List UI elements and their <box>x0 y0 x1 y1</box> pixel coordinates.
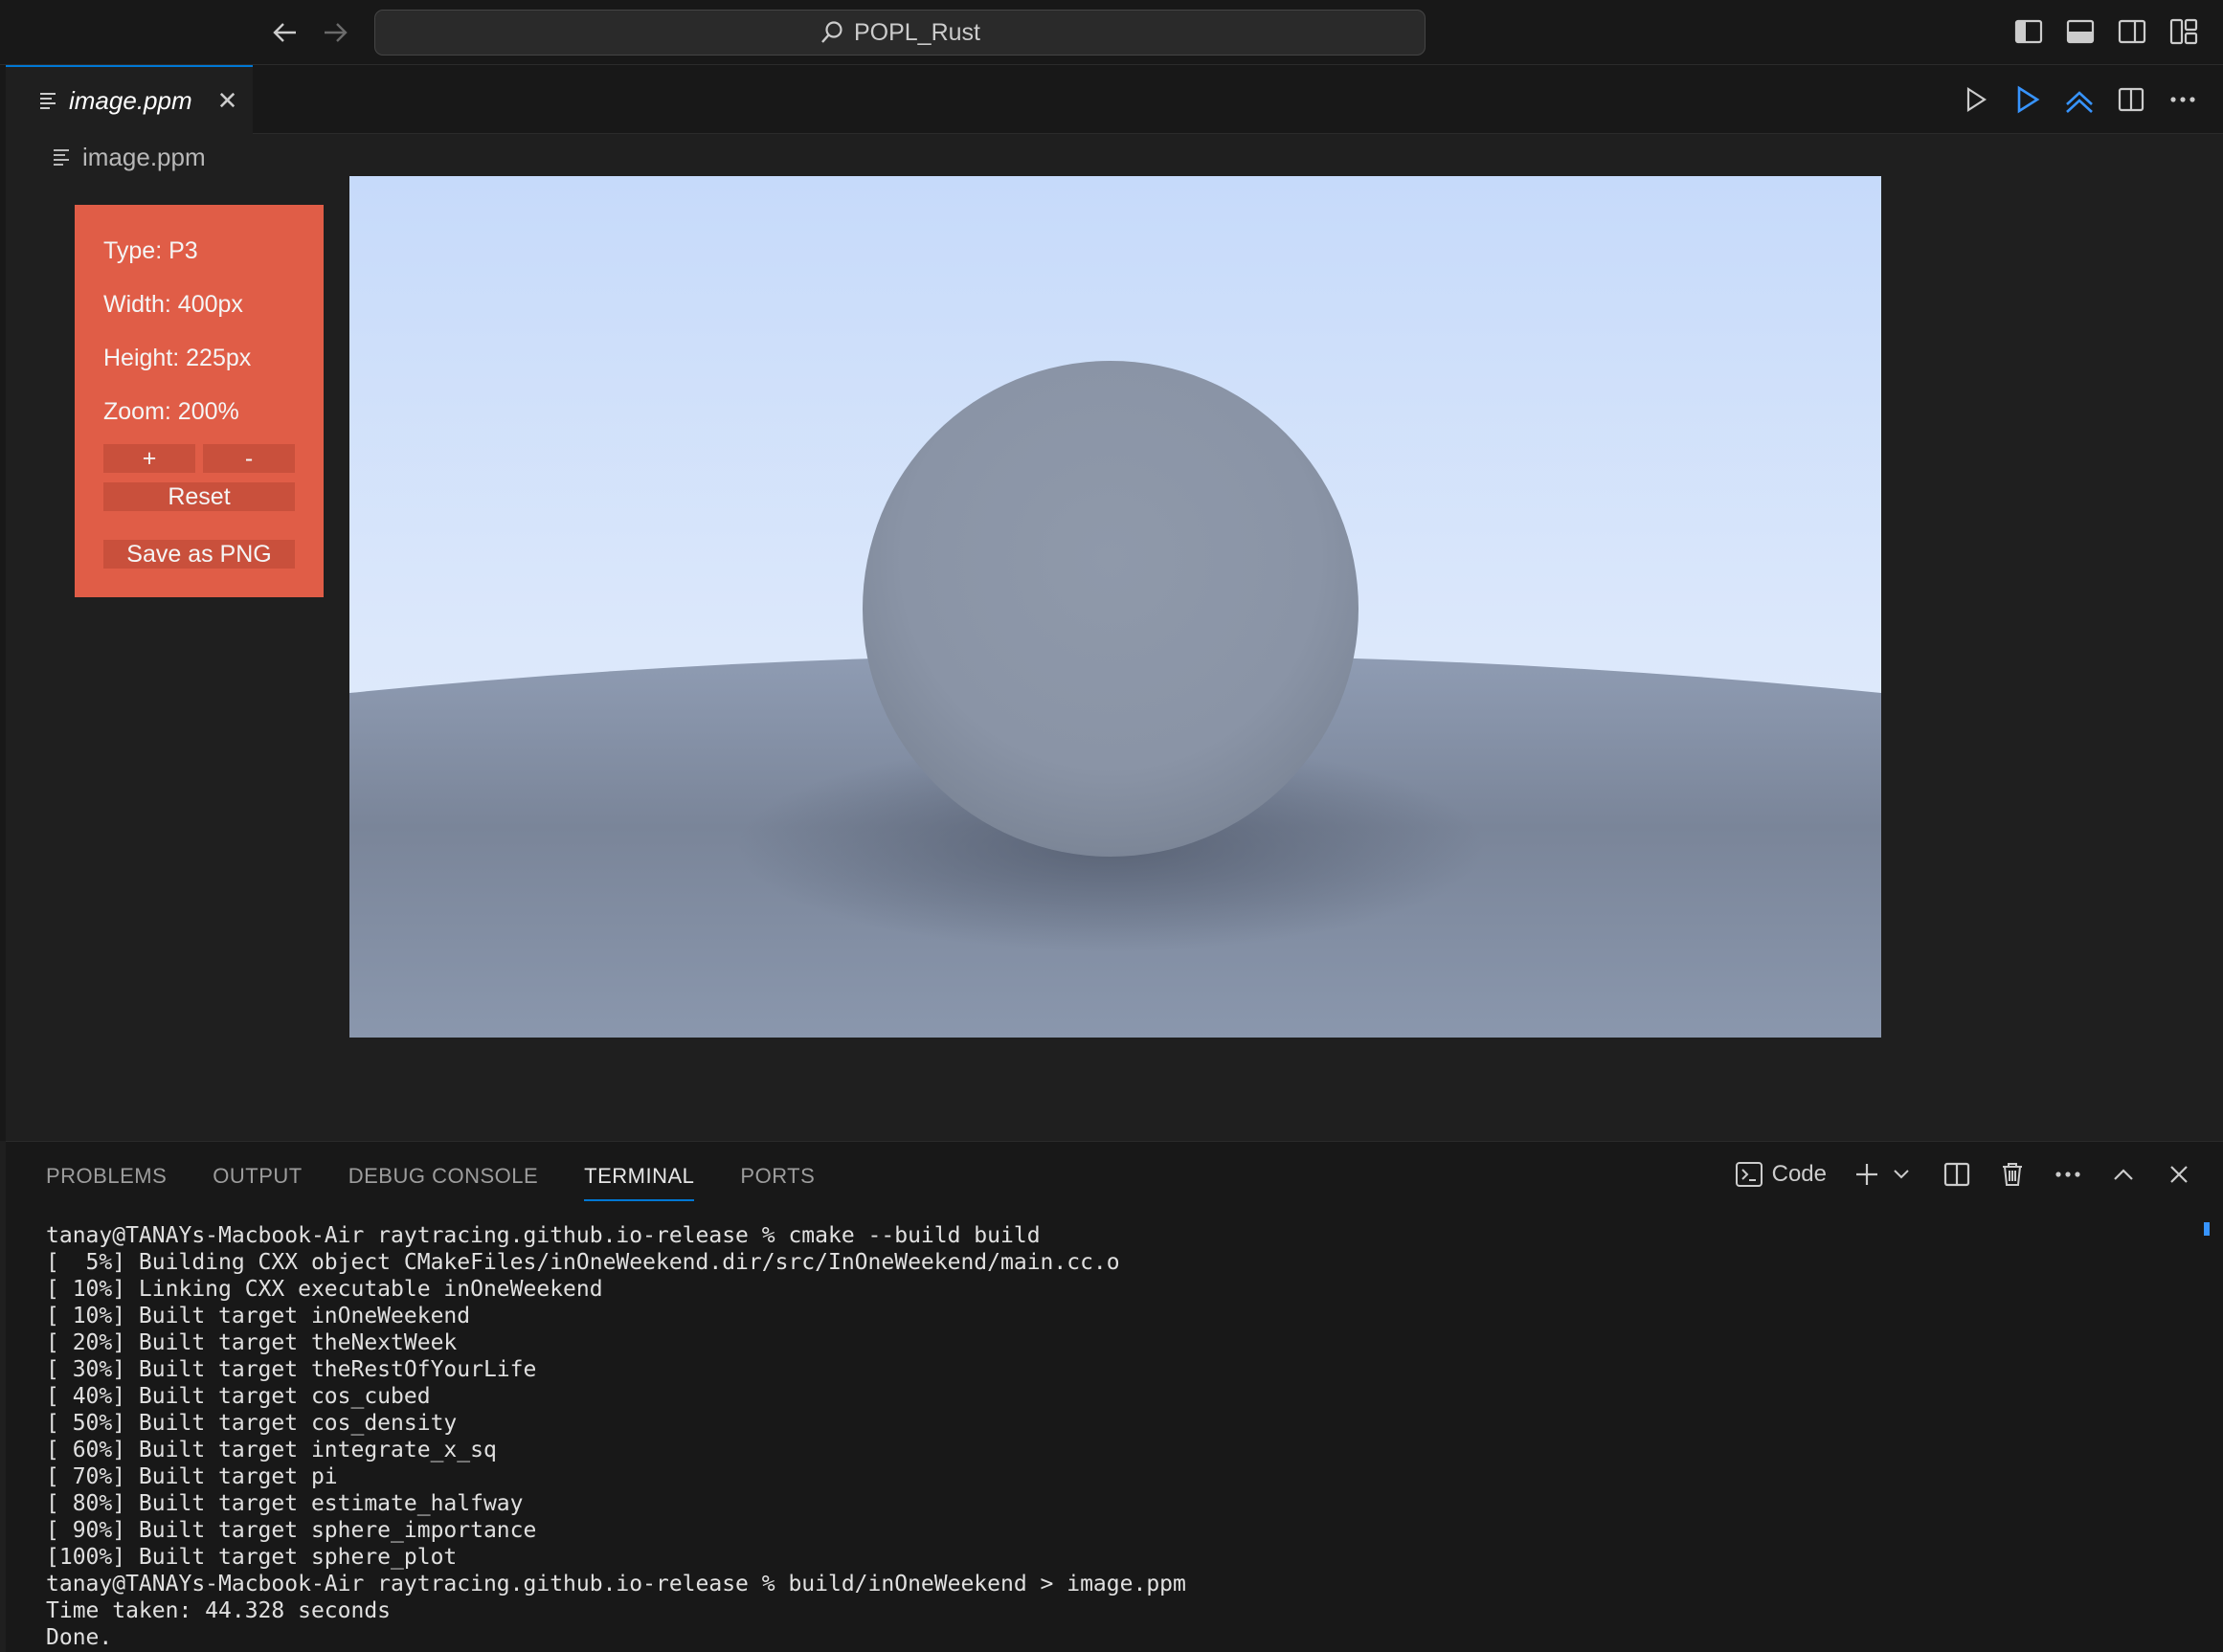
terminal-line: [ 10%] Built target inOneWeekend <box>46 1304 471 1328</box>
terminal-actions: Code <box>1734 1159 2194 1190</box>
terminal-line: tanay@TANAYs-Macbook-Air raytracing.gith… <box>46 1223 1041 1248</box>
terminal-line: [ 5%] Building CXX object CMakeFiles/inO… <box>46 1250 1120 1275</box>
toggle-panel-icon[interactable] <box>2066 17 2095 46</box>
save-as-png-button[interactable]: Save as PNG <box>103 540 295 569</box>
zoom-out-button[interactable]: - <box>203 444 295 473</box>
split-editor-icon[interactable] <box>2116 84 2146 115</box>
terminal-line: Done. <box>46 1625 113 1650</box>
image-width: Width: 400px <box>103 291 243 318</box>
breadcrumb-file: image.ppm <box>82 142 206 171</box>
tab-debug-console[interactable]: DEBUG CONSOLE <box>348 1142 538 1211</box>
command-center-search[interactable]: POPL_Rust <box>374 10 1426 56</box>
terminal-line: [ 60%] Built target integrate_x_sq <box>46 1438 497 1462</box>
terminal-output[interactable]: tanay@TANAYs-Macbook-Air raytracing.gith… <box>46 1222 2185 1651</box>
zoom-controls: + - <box>103 444 295 473</box>
run-icon[interactable] <box>1961 84 1991 115</box>
image-type: Type: P3 <box>103 237 198 264</box>
terminal-line: [ 90%] Built target sphere_importance <box>46 1518 537 1543</box>
tab-image-ppm[interactable]: image.ppm ✕ <box>6 65 253 134</box>
file-lines-icon <box>38 90 57 111</box>
editor-tab-bar: image.ppm ✕ <box>6 65 2223 134</box>
tab-ports[interactable]: PORTS <box>740 1142 815 1211</box>
close-icon[interactable]: ✕ <box>217 86 238 116</box>
layout-controls <box>2014 17 2198 46</box>
terminal-line: [ 80%] Built target estimate_halfway <box>46 1491 524 1516</box>
panel-tabs: PROBLEMS OUTPUT DEBUG CONSOLE TERMINAL P… <box>46 1142 815 1211</box>
toggle-secondary-sidebar-icon[interactable] <box>2118 17 2146 46</box>
split-terminal-icon[interactable] <box>1942 1159 1972 1190</box>
trash-icon[interactable] <box>1997 1159 2028 1190</box>
terminal-shell-icon[interactable] <box>1734 1159 1764 1190</box>
sphere <box>863 361 1358 857</box>
editor-actions <box>1961 84 2198 115</box>
bottom-panel: PROBLEMS OUTPUT DEBUG CONSOLE TERMINAL P… <box>6 1141 2223 1652</box>
deploy-chevrons-icon[interactable] <box>2064 84 2095 115</box>
terminal-line: [100%] Built target sphere_plot <box>46 1545 458 1570</box>
ppm-viewer-editor: image.ppm Type: P3 Width: 400px Height: … <box>6 134 2223 1141</box>
terminal-line: [ 20%] Built target theNextWeek <box>46 1330 458 1355</box>
file-lines-icon <box>52 146 71 167</box>
forward-arrow-icon[interactable] <box>316 13 354 52</box>
terminal-line: [ 40%] Built target cos_cubed <box>46 1384 431 1409</box>
back-arrow-icon[interactable] <box>266 13 304 52</box>
tab-label: image.ppm <box>69 85 192 115</box>
toggle-primary-sidebar-icon[interactable] <box>2014 17 2043 46</box>
terminal-scroll-marker <box>2204 1222 2210 1236</box>
maximize-panel-chevron-up-icon[interactable] <box>2108 1159 2139 1190</box>
terminal-line: Time taken: 44.328 seconds <box>46 1598 392 1623</box>
zoom-in-button[interactable]: + <box>103 444 195 473</box>
image-info-panel: Type: P3 Width: 400px Height: 225px Zoom… <box>75 205 324 597</box>
terminal-line: [ 70%] Built target pi <box>46 1464 338 1489</box>
tab-terminal[interactable]: TERMINAL <box>584 1142 695 1211</box>
customize-layout-icon[interactable] <box>2169 17 2198 46</box>
rendered-image <box>349 176 1881 1038</box>
reset-zoom-button[interactable]: Reset <box>103 482 295 511</box>
image-height: Height: 225px <box>103 345 252 371</box>
terminal-shell-name[interactable]: Code <box>1772 1161 1827 1188</box>
debug-run-icon[interactable] <box>2012 84 2043 115</box>
terminal-line: tanay@TANAYs-Macbook-Air raytracing.gith… <box>46 1572 1186 1596</box>
terminal-line: [ 10%] Linking CXX executable inOneWeeke… <box>46 1277 603 1302</box>
close-panel-icon[interactable] <box>2164 1159 2194 1190</box>
terminal-line: [ 50%] Built target cos_density <box>46 1411 458 1436</box>
tab-output[interactable]: OUTPUT <box>213 1142 302 1211</box>
breadcrumb[interactable]: image.ppm <box>52 140 206 174</box>
terminal-line: [ 30%] Built target theRestOfYourLife <box>46 1357 537 1382</box>
search-icon <box>820 20 844 45</box>
workspace-name: POPL_Rust <box>853 18 980 46</box>
new-terminal-plus-icon[interactable] <box>1852 1159 1882 1190</box>
chevron-down-icon[interactable] <box>1886 1159 1917 1190</box>
tab-problems[interactable]: PROBLEMS <box>46 1142 167 1211</box>
more-actions-icon[interactable] <box>2167 84 2198 115</box>
more-actions-icon[interactable] <box>2053 1159 2083 1190</box>
zoom-level: Zoom: 200% <box>103 398 239 425</box>
title-bar: POPL_Rust <box>0 0 2223 65</box>
